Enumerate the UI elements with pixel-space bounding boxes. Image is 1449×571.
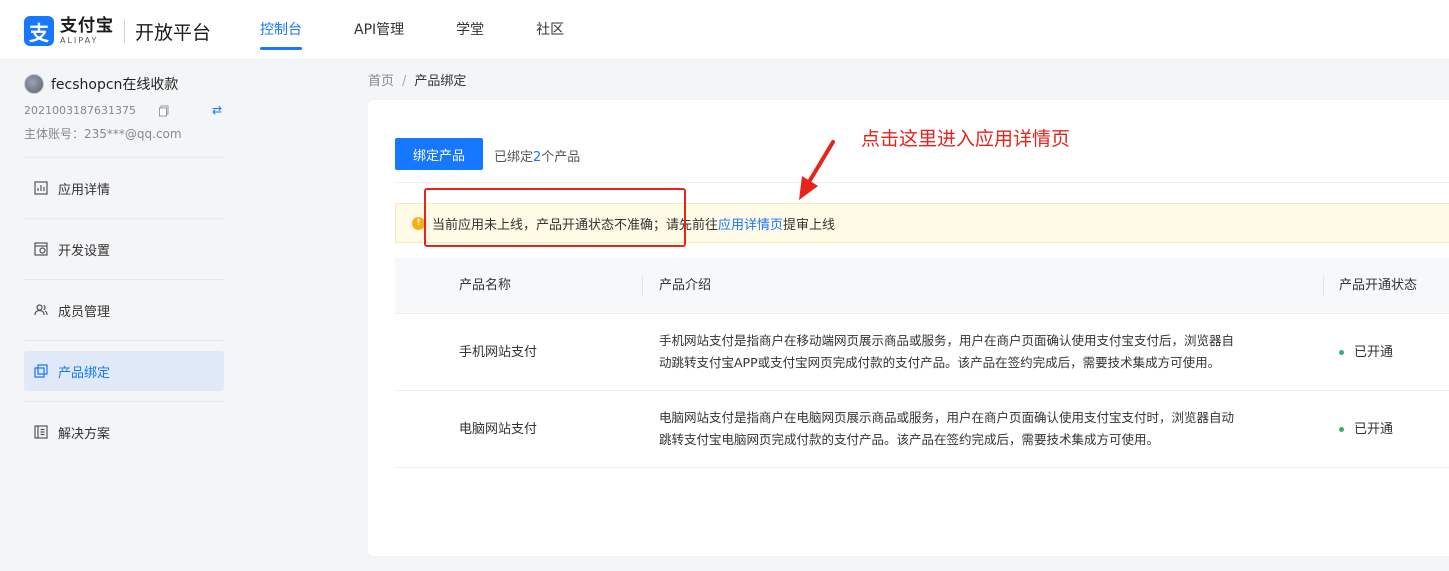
product-desc-line: 手机网站支付是指商户在移动端网页展示商品或服务，用户在商户页面确认使用支付宝支付…: [659, 333, 1235, 348]
sidebar-item-label: 开发设置: [58, 243, 111, 259]
product-bind-icon: [34, 364, 48, 378]
header-divider: [1323, 276, 1324, 296]
status-text: 已开通: [1354, 422, 1394, 437]
app-avatar: [24, 74, 44, 94]
product-name: 电脑网站支付: [459, 422, 538, 437]
product-name: 手机网站支付: [459, 345, 538, 360]
product-status: 已开通: [1339, 314, 1393, 391]
breadcrumb-current: 产品绑定: [414, 74, 467, 89]
sidebar: fecshopcn在线收款 2021003187631375 ⇄ 主体账号：23…: [0, 61, 248, 571]
sidebar-divider: [24, 157, 224, 158]
members-icon: [34, 304, 48, 316]
copy-icon[interactable]: [158, 105, 170, 117]
app-name: fecshopcn在线收款: [51, 77, 179, 93]
main-nav: 控制台 API管理 学堂 社区: [260, 0, 616, 60]
sidebar-divider: [24, 279, 224, 280]
bound-suffix: 个产品: [541, 150, 581, 165]
sidebar-divider: [24, 401, 224, 402]
nav-console[interactable]: 控制台: [260, 0, 302, 60]
header-product-name: 产品名称: [459, 278, 512, 293]
top-header: 支 支付宝 ALIPAY 开放平台 控制台 API管理 学堂 社区: [0, 0, 1449, 60]
header-product-status: 产品开通状态: [1339, 278, 1418, 293]
product-table: 产品名称 产品介绍 产品开通状态 手机网站支付 手机网站支付是指商户在移动端网页…: [395, 258, 1449, 468]
logo-name-en: ALIPAY: [60, 35, 99, 45]
platform-name: 开放平台: [135, 21, 212, 44]
product-desc-line: 跳转支付宝电脑网页完成付款的支付产品。该产品在签约完成后，需要技术集成方可使用。: [659, 432, 1160, 447]
logo-name-cn: 支付宝: [60, 15, 114, 36]
sidebar-divider: [24, 218, 224, 219]
nav-academy[interactable]: 学堂: [456, 0, 484, 60]
alert-text-suffix: 提审上线: [783, 217, 836, 233]
bound-prefix: 已绑定: [494, 150, 534, 165]
sidebar-item-dev-settings[interactable]: 开发设置: [24, 229, 224, 269]
header-product-desc: 产品介绍: [659, 278, 712, 293]
product-status: 已开通: [1339, 391, 1393, 468]
annotation-arrow-icon: [799, 140, 835, 200]
annotation-text: 点击这里进入应用详情页: [861, 128, 1071, 150]
nav-community[interactable]: 社区: [536, 0, 564, 60]
sidebar-item-label: 解决方案: [58, 426, 111, 442]
solution-icon: [34, 425, 48, 439]
sidebar-item-label: 应用详情: [58, 182, 111, 198]
table-row: 电脑网站支付 电脑网站支付是指商户在电脑网页展示商品或服务，用户在商户页面确认使…: [395, 391, 1449, 468]
bind-product-button[interactable]: 绑定产品: [395, 138, 483, 170]
product-desc-line: 动跳转支付宝APP或支付宝网页完成付款的支付产品。该产品在签约完成后，需要技术集…: [659, 355, 1221, 370]
sidebar-item-members[interactable]: 成员管理: [24, 290, 224, 330]
table-header: 产品名称 产品介绍 产品开通状态: [395, 258, 1449, 314]
product-desc: 手机网站支付是指商户在移动端网页展示商品或服务，用户在商户页面确认使用支付宝支付…: [659, 330, 1309, 374]
sidebar-item-app-detail[interactable]: 应用详情: [24, 168, 224, 208]
product-bind-card: 绑定产品 已绑定2个产品 ! 当前应用未上线，产品开通状态不准确；请先前往 应用详…: [368, 100, 1449, 556]
sidebar-item-label: 成员管理: [58, 304, 111, 320]
account-info: 主体账号：235***@qq.com: [24, 127, 182, 141]
app-detail-link[interactable]: 应用详情页: [718, 214, 783, 233]
logo-divider: [124, 19, 125, 43]
sidebar-item-label: 产品绑定: [58, 365, 111, 381]
logo-text: 支付宝 ALIPAY: [60, 15, 114, 45]
app-header: fecshopcn在线收款: [24, 74, 178, 94]
bound-count-text: 已绑定2个产品: [494, 146, 580, 165]
status-dot-icon: [1339, 350, 1344, 355]
app-id-row: 2021003187631375: [24, 104, 170, 117]
dev-settings-icon: [34, 242, 48, 256]
app-detail-icon: [34, 181, 48, 195]
product-desc-line: 电脑网站支付是指商户在电脑网页展示商品或服务，用户在商户页面确认使用支付宝支付时…: [659, 410, 1235, 425]
sidebar-divider: [24, 340, 224, 341]
app-id: 2021003187631375: [24, 104, 136, 117]
nav-api-management[interactable]: API管理: [354, 0, 404, 60]
header-divider: [642, 276, 643, 296]
product-desc: 电脑网站支付是指商户在电脑网页展示商品或服务，用户在商户页面确认使用支付宝支付时…: [659, 407, 1309, 451]
table-row: 手机网站支付 手机网站支付是指商户在移动端网页展示商品或服务，用户在商户页面确认…: [395, 314, 1449, 391]
breadcrumb-home[interactable]: 首页: [368, 74, 394, 89]
card-divider: [395, 182, 1449, 183]
breadcrumb: 首页 / 产品绑定: [368, 70, 466, 89]
sidebar-item-solutions[interactable]: 解决方案: [24, 412, 224, 452]
sidebar-item-product-bind[interactable]: 产品绑定: [24, 351, 224, 391]
status-dot-icon: [1339, 427, 1344, 432]
status-text: 已开通: [1354, 345, 1394, 360]
switch-app-icon[interactable]: ⇄: [212, 103, 222, 117]
annotation-highlight-box: [424, 188, 686, 247]
breadcrumb-separator: /: [402, 74, 407, 89]
alipay-logo[interactable]: 支 支付宝 ALIPAY 开放平台: [24, 16, 211, 46]
alipay-logo-icon: 支: [24, 16, 54, 46]
